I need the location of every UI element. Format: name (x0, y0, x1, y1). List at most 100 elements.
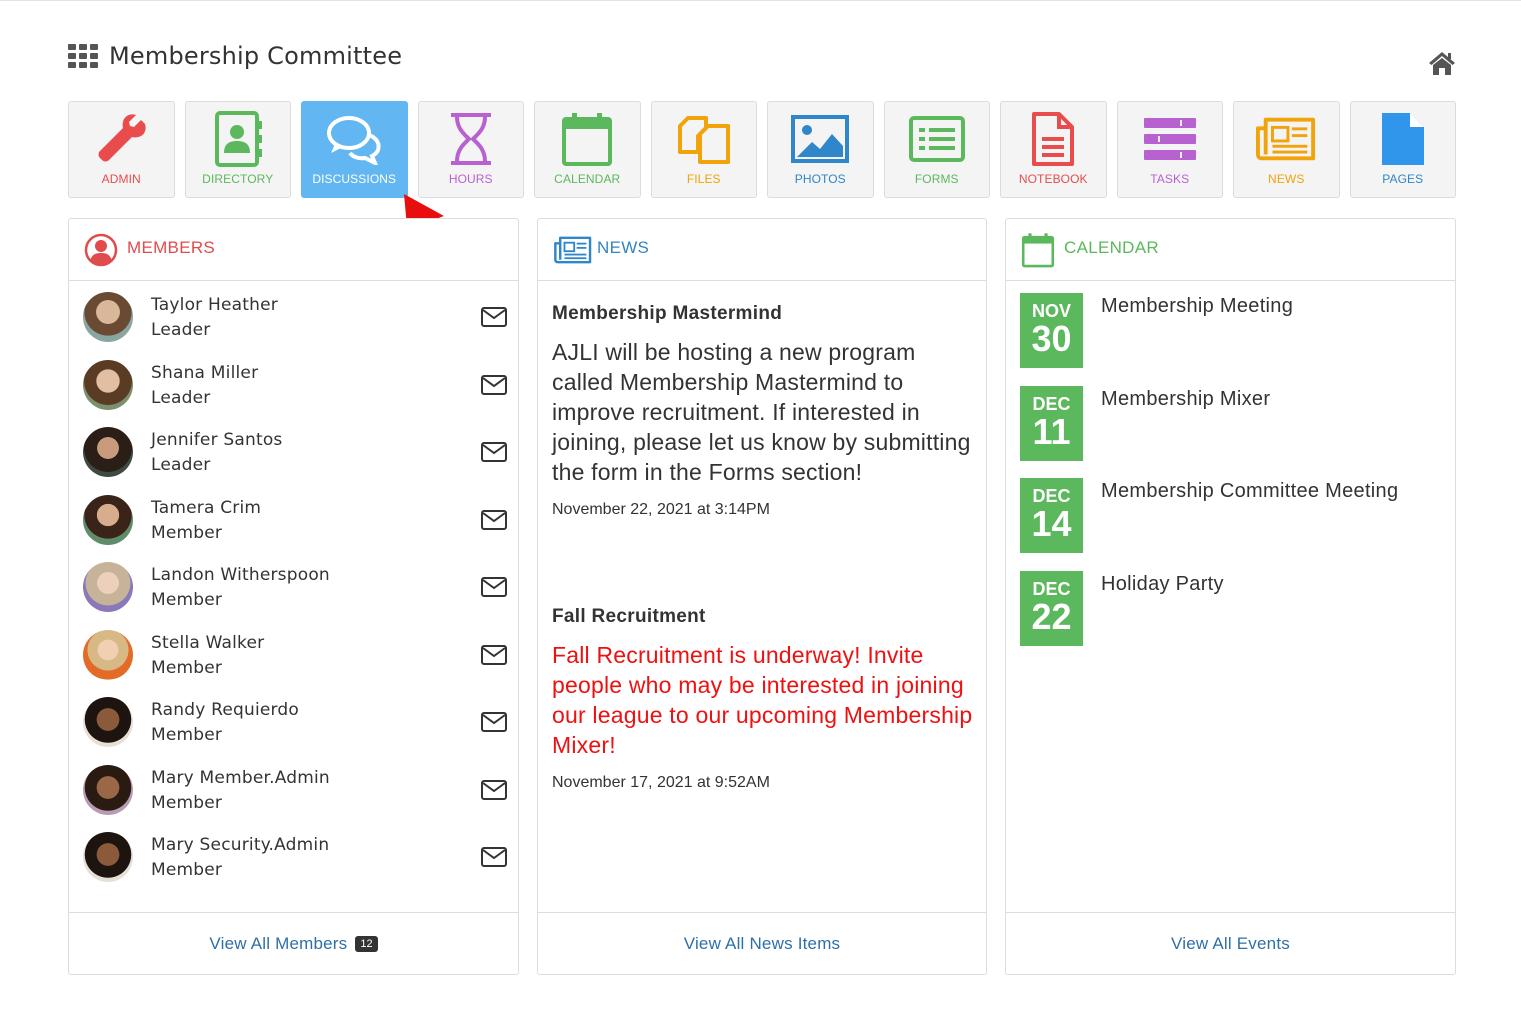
tile-news[interactable]: NEWS (1233, 101, 1340, 198)
avatar (83, 562, 133, 612)
member-role: Leader (151, 320, 211, 340)
tile-label: FORMS (914, 172, 959, 186)
member-name[interactable]: Stella Walker (151, 633, 264, 653)
mail-icon[interactable] (481, 577, 507, 597)
member-count-badge: 12 (355, 935, 378, 952)
tile-admin[interactable]: ADMIN (68, 101, 175, 198)
tile-calendar[interactable]: CALENDAR (534, 101, 641, 198)
event-date-badge: NOV 30 (1020, 293, 1083, 368)
member-name[interactable]: Mary Member.Admin (151, 768, 330, 788)
member-name[interactable]: Taylor Heather (151, 295, 278, 315)
tile-directory[interactable]: DIRECTORY (184, 101, 291, 198)
tile-pages[interactable]: PAGES (1349, 101, 1456, 198)
member-role: Member (151, 793, 223, 813)
tile-tasks[interactable]: TASKS (1116, 101, 1223, 198)
page-header: Membership Committee (68, 40, 1456, 80)
news-footer: View All News Items (538, 912, 986, 974)
news-title: NEWS (597, 238, 650, 257)
event-title[interactable]: Membership Meeting (1101, 295, 1293, 318)
view-all-news-link[interactable]: View All News Items (684, 934, 841, 954)
members-title: MEMBERS (127, 238, 216, 257)
news-item-date: November 17, 2021 at 9:52AM (552, 774, 770, 791)
event-title[interactable]: Holiday Party (1101, 573, 1224, 596)
apps-grid-icon[interactable] (68, 44, 98, 68)
tile-discussions[interactable]: DISCUSSIONS (301, 101, 408, 198)
member-role: Member (151, 725, 223, 745)
member-row[interactable]: Shana Miller Leader (83, 360, 507, 412)
news-item-date: November 22, 2021 at 3:14PM (552, 501, 770, 518)
calendar-footer: View All Events (1006, 912, 1455, 974)
member-name[interactable]: Shana Miller (151, 363, 258, 383)
mail-icon[interactable] (481, 442, 507, 462)
news-item-title[interactable]: Fall Recruitment (552, 606, 977, 628)
view-all-events-link[interactable]: View All Events (1171, 934, 1290, 954)
news-header: NEWS (538, 219, 986, 281)
tile-hours[interactable]: HOURS (417, 101, 524, 198)
event-date-badge: DEC 14 (1020, 478, 1083, 553)
newspaper-icon (1256, 117, 1316, 161)
tile-label: NOTEBOOK (1018, 172, 1088, 186)
image-icon (791, 115, 850, 163)
member-role: Member (151, 658, 223, 678)
calendar-event[interactable]: DEC 22 Holiday Party (1020, 571, 1445, 647)
hourglass-icon (450, 113, 491, 165)
members-panel: MEMBERS Taylor Heather Leader Shana Mill… (68, 218, 519, 975)
mail-icon[interactable] (481, 375, 507, 395)
module-tiles: ADMIN DIRECTORY DISCUSSIONS HOURS CALEND… (68, 101, 1456, 198)
news-item[interactable]: Fall Recruitment Fall Recruitment is und… (552, 606, 977, 792)
mail-icon[interactable] (481, 510, 507, 530)
mail-icon[interactable] (481, 847, 507, 867)
avatar (83, 427, 133, 477)
tile-notebook[interactable]: NOTEBOOK (1000, 101, 1107, 198)
news-item[interactable]: Membership Mastermind AJLI will be hosti… (552, 303, 977, 519)
avatar (83, 360, 133, 410)
avatar (83, 292, 133, 342)
member-name[interactable]: Tamera Crim (151, 498, 261, 518)
member-name[interactable]: Randy Requierdo (151, 700, 299, 720)
avatar (83, 495, 133, 545)
mail-icon[interactable] (481, 645, 507, 665)
event-date-badge: DEC 22 (1020, 571, 1083, 646)
member-row[interactable]: Randy Requierdo Member (83, 697, 507, 749)
calendar-event[interactable]: NOV 30 Membership Meeting (1020, 293, 1445, 369)
event-title[interactable]: Membership Committee Meeting (1101, 480, 1398, 503)
event-month: DEC (1032, 394, 1071, 414)
tile-forms[interactable]: FORMS (883, 101, 990, 198)
member-row[interactable]: Mary Security.Admin Member (83, 832, 507, 884)
tile-label: PHOTOS (794, 172, 846, 186)
tasks-icon (1143, 118, 1196, 160)
members-header: MEMBERS (69, 219, 518, 281)
news-item-body: Fall Recruitment is underway! Invite peo… (552, 642, 973, 758)
page-icon (1381, 113, 1424, 165)
calendar-event[interactable]: DEC 11 Membership Mixer (1020, 386, 1445, 462)
member-row[interactable]: Taylor Heather Leader (83, 292, 507, 344)
calendar-icon (562, 113, 613, 166)
tile-label: FILES (686, 172, 721, 186)
mail-icon[interactable] (481, 712, 507, 732)
calendar-event[interactable]: DEC 14 Membership Committee Meeting (1020, 478, 1445, 554)
avatar (83, 697, 133, 747)
member-role: Leader (151, 455, 211, 475)
avatar (83, 630, 133, 680)
tile-label: DISCUSSIONS (312, 172, 397, 186)
tile-label: CALENDAR (554, 172, 621, 186)
member-name[interactable]: Jennifer Santos (151, 430, 283, 450)
member-row[interactable]: Stella Walker Member (83, 630, 507, 682)
member-name[interactable]: Mary Security.Admin (151, 835, 329, 855)
news-item-title[interactable]: Membership Mastermind (552, 303, 977, 325)
member-name[interactable]: Landon Witherspoon (151, 565, 330, 585)
tile-photos[interactable]: PHOTOS (767, 101, 874, 198)
member-row[interactable]: Jennifer Santos Leader (83, 427, 507, 479)
mail-icon[interactable] (481, 307, 507, 327)
files-icon (677, 116, 730, 164)
form-list-icon (908, 116, 965, 162)
member-row[interactable]: Mary Member.Admin Member (83, 765, 507, 817)
view-all-members-link[interactable]: View All Members (209, 934, 347, 954)
member-row[interactable]: Landon Witherspoon Member (83, 562, 507, 614)
tile-files[interactable]: FILES (650, 101, 757, 198)
member-row[interactable]: Tamera Crim Member (83, 495, 507, 547)
event-title[interactable]: Membership Mixer (1101, 388, 1270, 411)
tile-label: PAGES (1382, 172, 1424, 186)
home-icon[interactable] (1428, 50, 1456, 76)
mail-icon[interactable] (481, 780, 507, 800)
